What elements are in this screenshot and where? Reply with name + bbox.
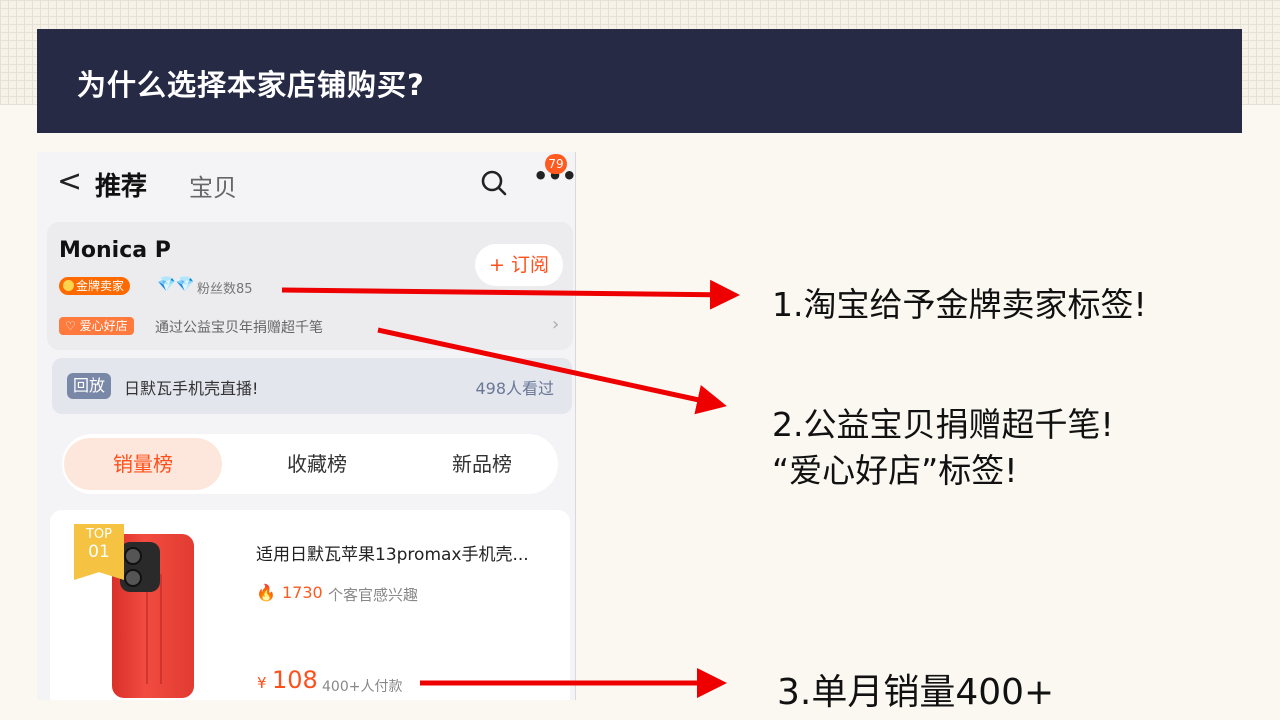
paid-count: 400+人付款 bbox=[322, 679, 403, 695]
rank-number: 01 bbox=[88, 542, 110, 562]
top-label: TOP bbox=[85, 527, 112, 542]
shop-name: Monica P bbox=[59, 238, 171, 263]
gold-seller-label: 金牌卖家 bbox=[76, 279, 125, 293]
replay-title: 日默瓦手机壳直播! bbox=[124, 379, 259, 398]
back-icon[interactable]: < bbox=[57, 164, 82, 199]
phone-case-image bbox=[112, 534, 194, 698]
title-banner: 为什么选择本家店铺购买? bbox=[37, 29, 1242, 133]
callout-charity: 2.公益宝贝捐赠超千笔! bbox=[772, 405, 1114, 444]
replay-tag: 回放 bbox=[67, 373, 112, 399]
product-title: 适用日默瓦苹果13promax手机壳... bbox=[256, 545, 529, 565]
tab-recommend[interactable]: 推荐 bbox=[95, 166, 147, 203]
top-nav: < 推荐 宝贝 ••• 79 bbox=[37, 152, 575, 214]
product-price: 108 bbox=[272, 666, 318, 694]
shop-screenshot: < 推荐 宝贝 ••• 79 Monica P + 订阅 金牌卖家 💎💎 粉丝数… bbox=[37, 152, 576, 700]
chevron-right-icon[interactable]: › bbox=[552, 314, 559, 335]
fire-icon: 🔥 bbox=[256, 583, 276, 602]
subscribe-button[interactable]: + 订阅 bbox=[475, 244, 563, 286]
gold-seller-badge: 金牌卖家 bbox=[59, 277, 131, 295]
charity-text: 通过公益宝贝年捐赠超千笔 bbox=[155, 320, 323, 336]
top-rank-flag: TOP 01 bbox=[74, 524, 124, 580]
diamond-rating-icon: 💎💎 bbox=[157, 275, 195, 293]
coin-icon bbox=[63, 280, 74, 291]
fan-count: 粉丝数85 bbox=[197, 282, 253, 297]
tab-favorites-rank[interactable]: 收藏榜 bbox=[242, 434, 392, 494]
callout-caring-shop: “爱心好店”标签! bbox=[772, 451, 1018, 490]
product-card[interactable]: TOP 01 适用日默瓦苹果13promax手机壳... 🔥 1730 个客官感… bbox=[50, 510, 570, 700]
interest-count: 1730 bbox=[282, 583, 323, 602]
shop-card: Monica P + 订阅 金牌卖家 💎💎 粉丝数85 ♡ 爱心好店 通过公益宝… bbox=[47, 222, 573, 350]
callout-gold-seller: 1.淘宝给予金牌卖家标签! bbox=[772, 285, 1147, 324]
caring-shop-badge: ♡ 爱心好店 bbox=[59, 317, 134, 335]
slide-title: 为什么选择本家店铺购买? bbox=[77, 68, 425, 102]
ranking-tabs: 销量榜 收藏榜 新品榜 bbox=[62, 434, 558, 494]
currency-symbol: ¥ bbox=[257, 674, 267, 692]
viewer-count: 498人看过 bbox=[475, 379, 554, 398]
interest-label: 个客官感兴趣 bbox=[328, 586, 419, 604]
tab-items[interactable]: 宝贝 bbox=[189, 168, 237, 203]
notification-badge: 79 bbox=[545, 154, 567, 174]
tab-sales-rank[interactable]: 销量榜 bbox=[64, 438, 222, 490]
live-replay-bar[interactable]: 回放 日默瓦手机壳直播! 498人看过 bbox=[52, 358, 572, 414]
callout-monthly-sales: 3.单月销量400+ bbox=[777, 672, 1055, 713]
camera-module bbox=[120, 542, 160, 592]
search-icon[interactable] bbox=[479, 168, 509, 198]
tab-new-rank[interactable]: 新品榜 bbox=[407, 434, 557, 494]
